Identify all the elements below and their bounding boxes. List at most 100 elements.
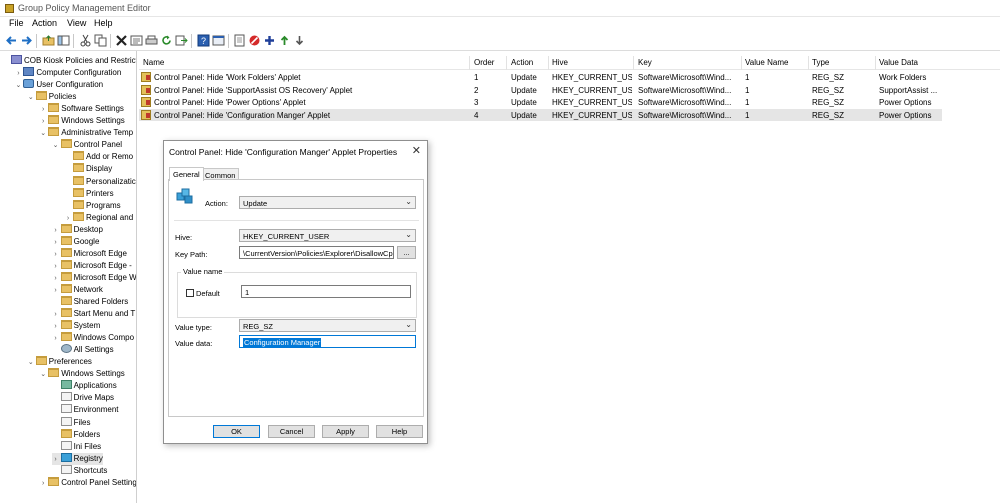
- tree-item[interactable]: Programs: [64, 199, 121, 212]
- tree-item[interactable]: Shortcuts: [52, 464, 107, 477]
- tree-item[interactable]: COB Kiosk Policies and Restrictio: [2, 55, 136, 67]
- value-name-input[interactable]: 1: [241, 285, 411, 298]
- new-doc-icon[interactable]: [233, 34, 246, 47]
- add-icon[interactable]: [263, 34, 276, 47]
- forward-icon[interactable]: [20, 34, 33, 47]
- key-path-input[interactable]: \CurrentVersion\Policies\Explorer\Disall…: [239, 246, 394, 259]
- dialog-title: Control Panel: Hide 'Configuration Mange…: [169, 147, 398, 157]
- action-select[interactable]: Update ⌄: [239, 196, 416, 209]
- tree-item[interactable]: Printers: [64, 187, 114, 200]
- tree-item[interactable]: ⌄ User Configuration: [14, 79, 103, 91]
- tree-item[interactable]: Add or Remo: [64, 151, 133, 163]
- help-button[interactable]: Help: [376, 425, 423, 438]
- tree-item[interactable]: › Windows Settings: [39, 115, 125, 127]
- value-data-input[interactable]: Configuration Manager: [239, 335, 416, 348]
- folder-icon: [60, 235, 72, 245]
- table-row[interactable]: Control Panel: Hide 'Configuration Mange…: [139, 108, 942, 121]
- tree-item[interactable]: › Registry: [51, 452, 103, 465]
- tree-item[interactable]: › Computer Configuration: [14, 67, 121, 79]
- column-header-order[interactable]: Order: [474, 58, 494, 67]
- tree-item[interactable]: Environment: [52, 404, 119, 416]
- column-header-action[interactable]: Action: [511, 58, 533, 67]
- column-header-value-data[interactable]: Value Data: [879, 58, 918, 67]
- expanded-chevron-icon[interactable]: ⌄: [39, 369, 47, 381]
- export-icon[interactable]: [175, 34, 188, 47]
- refresh-icon[interactable]: [160, 34, 173, 47]
- cut-icon[interactable]: [79, 34, 92, 47]
- apply-button[interactable]: Apply: [322, 425, 369, 438]
- tree-item[interactable]: › Microsoft Edge: [52, 247, 127, 260]
- value-type-select[interactable]: REG_SZ ⌄: [239, 319, 416, 332]
- ok-button[interactable]: OK: [213, 425, 260, 438]
- copy-icon[interactable]: [94, 34, 107, 47]
- default-checkbox[interactable]: [186, 289, 194, 297]
- tree-item[interactable]: Applications: [52, 380, 117, 392]
- close-icon[interactable]: ✕: [412, 144, 421, 157]
- menu-action[interactable]: Action: [32, 18, 57, 28]
- tree-item-label: User Configuration: [36, 80, 104, 90]
- column-header-value-name[interactable]: Value Name: [745, 58, 788, 67]
- column-header-hive[interactable]: Hive: [552, 58, 568, 67]
- tree-item[interactable]: › Network: [52, 283, 103, 296]
- action-label: Action:: [205, 199, 228, 208]
- expanded-chevron-icon[interactable]: ⌄: [27, 92, 35, 104]
- tree-item[interactable]: Folders: [52, 428, 100, 441]
- print-icon[interactable]: [145, 34, 158, 47]
- help-icon[interactable]: ?: [197, 34, 210, 47]
- tree-item[interactable]: › Microsoft Edge W: [52, 271, 136, 284]
- tree-item[interactable]: ⌄ Preferences: [27, 356, 92, 368]
- tree-item[interactable]: › Start Menu and T: [52, 308, 135, 320]
- stop-icon[interactable]: [248, 34, 261, 47]
- tree-item[interactable]: All Settings: [52, 344, 114, 356]
- tree-item[interactable]: › Software Settings: [39, 103, 124, 115]
- tree-item[interactable]: › System: [52, 320, 100, 332]
- tree-item[interactable]: ⌄ Policies: [27, 91, 76, 104]
- tree-item[interactable]: ⌄ Control Panel: [52, 139, 122, 151]
- properties-icon[interactable]: [130, 34, 143, 47]
- back-icon[interactable]: [5, 34, 18, 47]
- show-hide-tree-icon[interactable]: [57, 34, 70, 47]
- column-header-type[interactable]: Type: [812, 58, 829, 67]
- expanded-chevron-icon[interactable]: ⌄: [52, 140, 60, 152]
- tree-item[interactable]: Ini Files: [52, 440, 101, 453]
- tree-item[interactable]: › Desktop: [52, 223, 103, 236]
- cancel-button[interactable]: Cancel: [268, 425, 315, 438]
- tree-item[interactable]: › Control Panel Setting: [39, 476, 136, 490]
- folder-icon: [73, 199, 84, 209]
- tab-general[interactable]: General: [169, 167, 204, 181]
- tree-item[interactable]: › Google: [52, 235, 99, 248]
- up-folder-icon[interactable]: [42, 34, 55, 47]
- tree-item[interactable]: › Microsoft Edge -: [52, 259, 132, 272]
- menu-help[interactable]: Help: [94, 18, 113, 28]
- tree-item[interactable]: Shared Folders: [52, 296, 128, 308]
- menu-view[interactable]: View: [67, 18, 86, 28]
- collapsed-chevron-icon[interactable]: ›: [39, 478, 47, 490]
- expanded-chevron-icon[interactable]: ⌄: [39, 128, 47, 140]
- column-header-key[interactable]: Key: [638, 58, 652, 67]
- hive-select[interactable]: HKEY_CURRENT_USER ⌄: [239, 229, 416, 242]
- expanded-chevron-icon[interactable]: ⌄: [27, 357, 35, 369]
- delete-icon[interactable]: [115, 34, 128, 47]
- tree-pane: COB Kiosk Policies and Restrictio › Comput…: [0, 51, 137, 503]
- tree-item[interactable]: Files: [52, 416, 90, 429]
- browse-key-button[interactable]: ...: [397, 246, 416, 259]
- menu-file[interactable]: File: [9, 18, 24, 28]
- column-header-name[interactable]: Name: [143, 58, 164, 67]
- tree-item[interactable]: Drive Maps: [52, 392, 114, 404]
- move-up-icon[interactable]: [278, 34, 291, 47]
- tree-item[interactable]: Display: [64, 163, 112, 175]
- table-row[interactable]: Control Panel: Hide 'Power Options' Appl…: [139, 96, 942, 108]
- tree-item[interactable]: › Windows Compo: [52, 332, 134, 344]
- tree-item[interactable]: Personalizatic: [64, 175, 136, 188]
- tree-item[interactable]: ⌄ Windows Settings: [39, 368, 125, 380]
- cell-value-data: Power Options: [879, 98, 932, 108]
- console-icon[interactable]: [212, 34, 225, 47]
- table-row[interactable]: Control Panel: Hide 'Work Folders' Apple…: [139, 71, 942, 83]
- cell-value-name: 1: [745, 110, 750, 120]
- expanded-chevron-icon[interactable]: ⌄: [14, 80, 22, 92]
- tree-item[interactable]: › Regional and: [64, 211, 133, 224]
- table-row[interactable]: Control Panel: Hide 'SupportAssist OS Re…: [139, 84, 942, 96]
- tree-item-label: Display: [86, 164, 113, 174]
- move-down-icon[interactable]: [293, 34, 306, 47]
- tree-item[interactable]: ⌄ Administrative Temp: [39, 127, 133, 139]
